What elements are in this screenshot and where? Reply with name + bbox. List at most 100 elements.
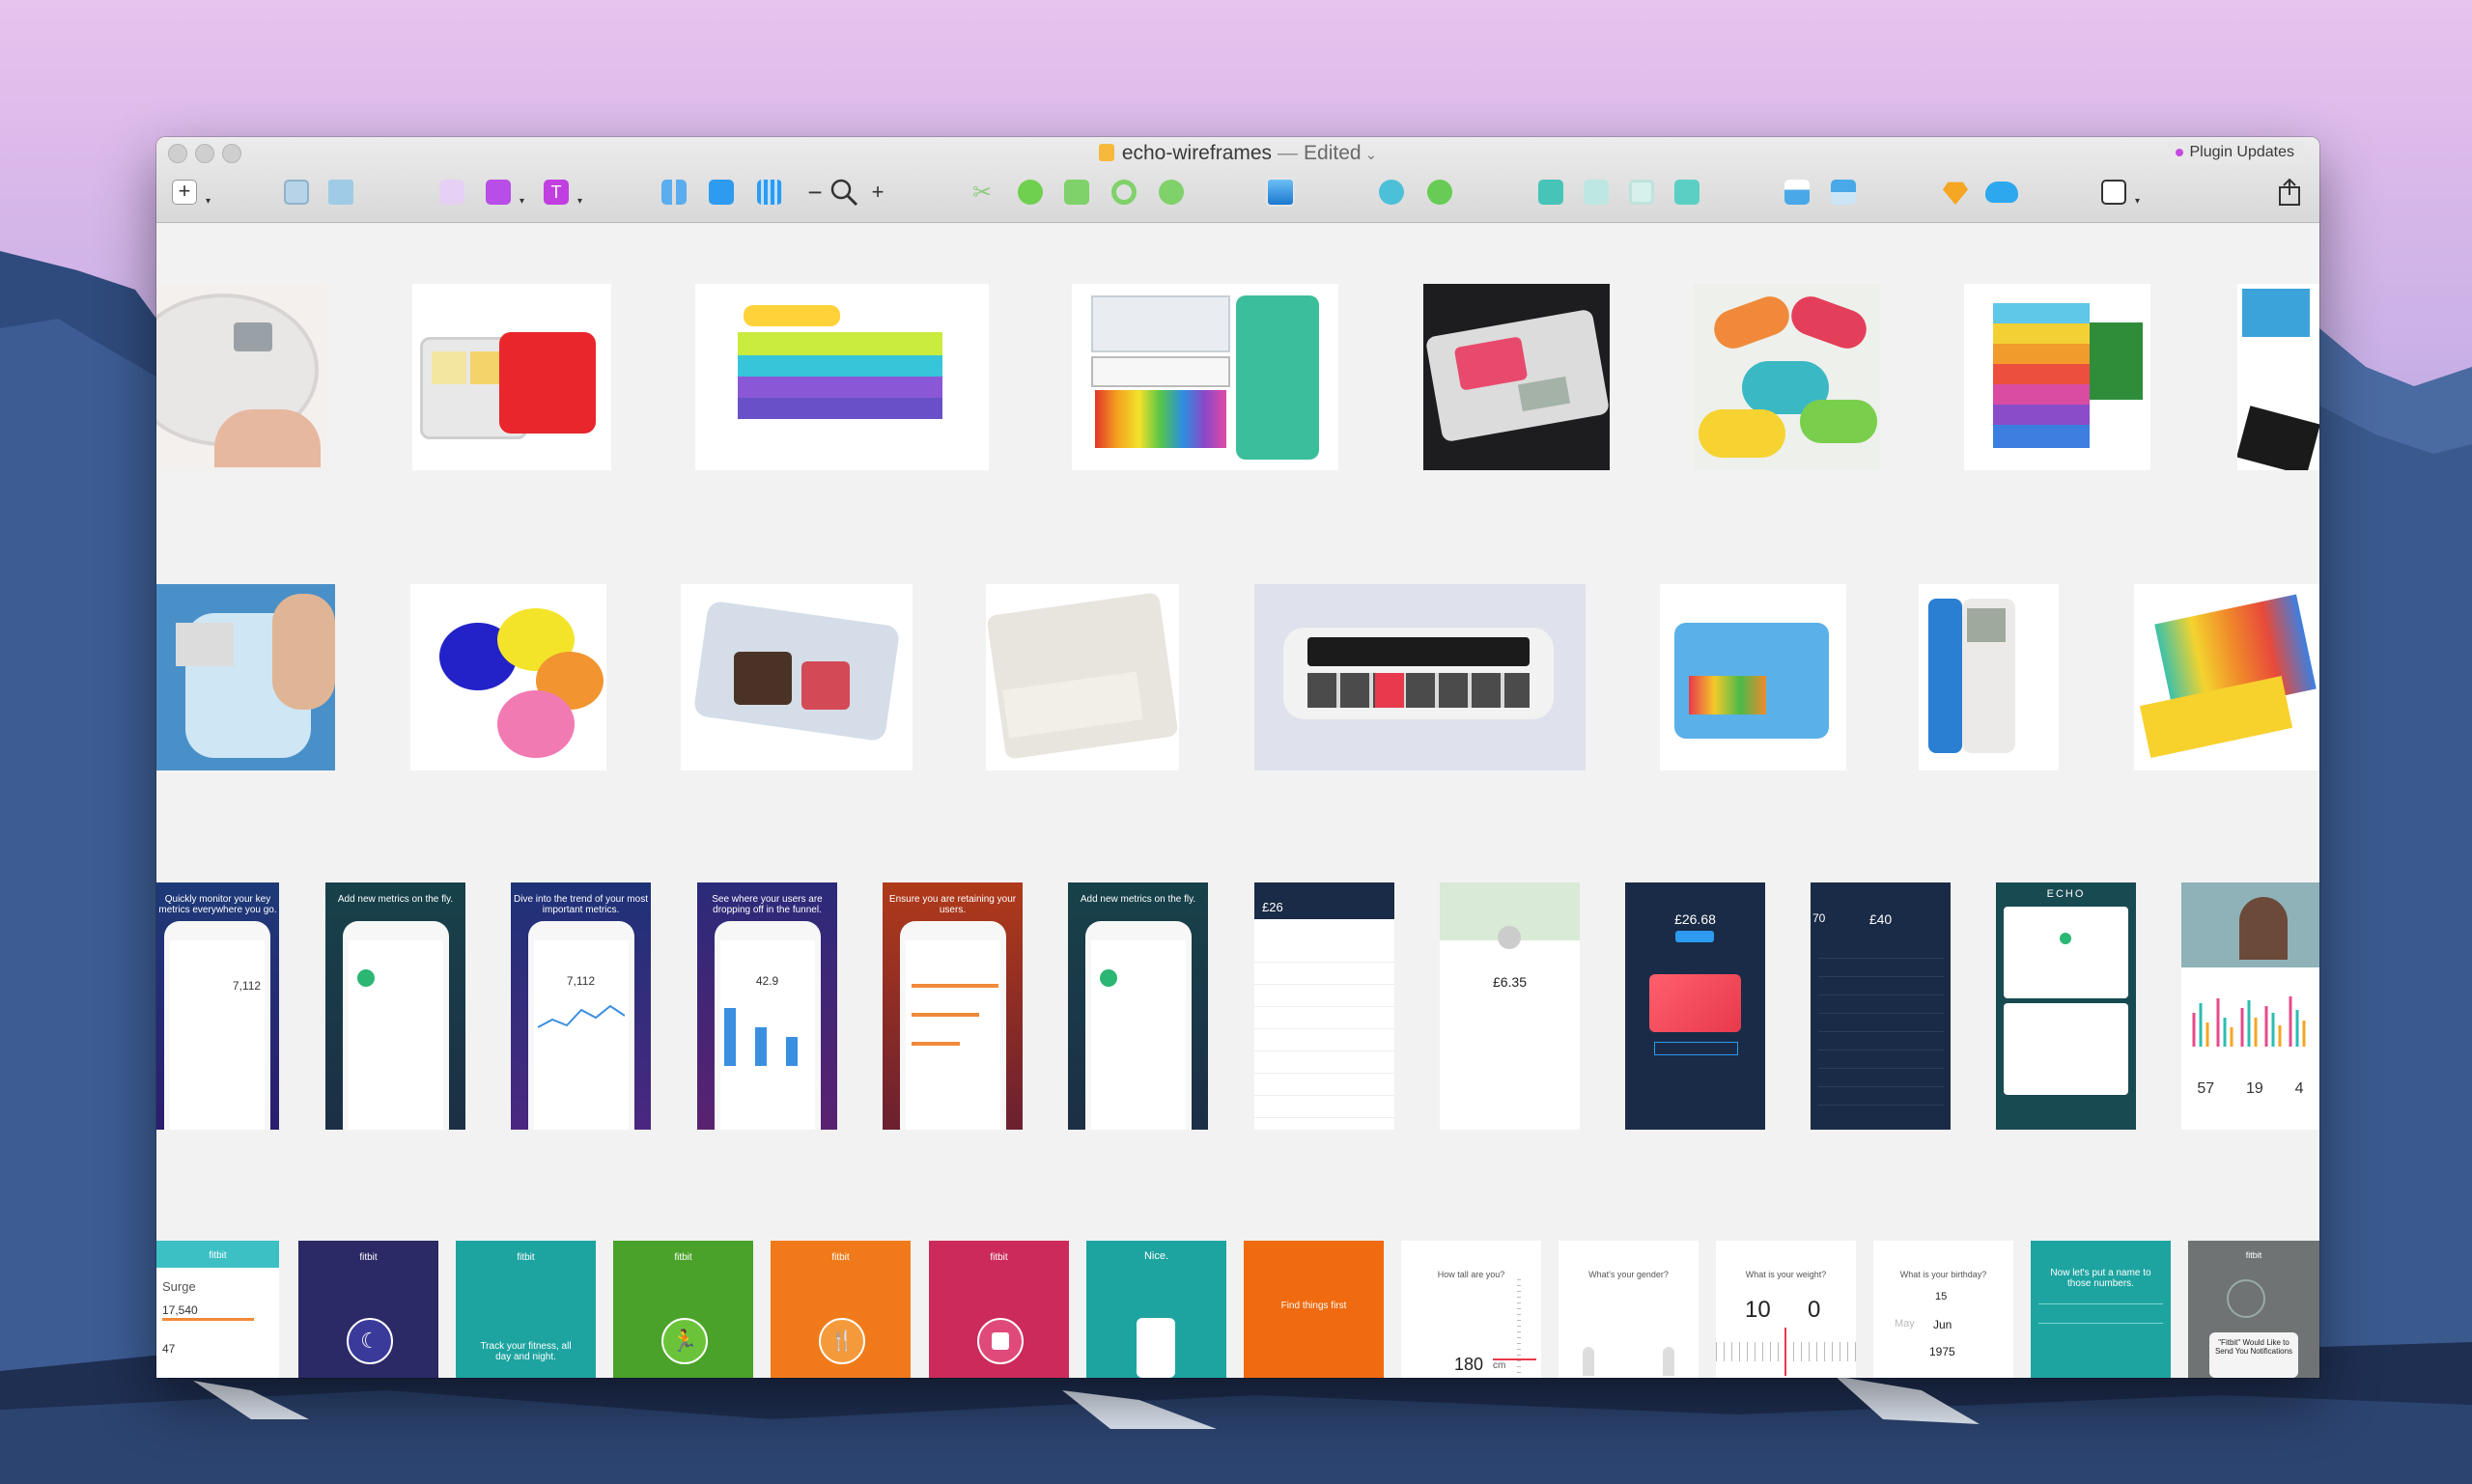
ungroup-button[interactable] — [324, 176, 357, 209]
sketch-icon — [1943, 182, 1968, 205]
screen-fitbit-weight-input[interactable]: What is your weight? 10 0 — [1716, 1241, 1856, 1378]
pillbox-photo-hands[interactable] — [156, 584, 335, 770]
grid-button[interactable] — [705, 176, 738, 209]
screen-monzo-feed[interactable]: £26 — [1254, 882, 1394, 1130]
send-back-button[interactable] — [1671, 176, 1703, 209]
pillbox-photo-rainbow[interactable] — [2134, 584, 2319, 770]
stat-value: 19 — [2246, 1080, 2263, 1097]
runner-icon: 🏃 — [661, 1318, 708, 1364]
screen-fitbit-food[interactable]: fitbit 🍴 — [771, 1241, 911, 1378]
pillbox-photo-partial[interactable] — [2237, 284, 2319, 470]
zoom-in-button[interactable]: + — [861, 176, 894, 209]
sketch-button[interactable] — [1939, 176, 1972, 209]
image-button[interactable] — [1264, 176, 1297, 209]
screen-fitbit-nice[interactable]: Nice. — [1086, 1241, 1226, 1378]
metric-value: 7,112 — [566, 974, 596, 988]
scissors-button[interactable]: ✂ — [966, 176, 998, 209]
screen-metrics-2[interactable]: Add new metrics on the fly. — [325, 882, 465, 1130]
screen-fitbit-activity[interactable]: fitbit 🏃 — [613, 1241, 753, 1378]
document-title[interactable]: echo-wireframes — Edited ⌄ — [156, 142, 2319, 165]
zoom-out-button[interactable]: − — [799, 176, 831, 209]
scale-button[interactable] — [1060, 176, 1093, 209]
screen-fitbit-find[interactable]: Find things first — [1244, 1241, 1384, 1378]
plugin-updates-label: Plugin Updates — [2189, 144, 2294, 160]
stat-value: 57 — [2197, 1080, 2215, 1097]
pillbox-photo-discs[interactable] — [410, 584, 606, 770]
pillbox-photo-timer-case[interactable] — [681, 584, 913, 770]
pillbox-photo-keychain[interactable] — [1919, 584, 2059, 770]
pillbox-photo-celebration[interactable] — [695, 284, 989, 470]
moon-icon: ☾ — [347, 1318, 393, 1364]
flip-icon — [1111, 180, 1137, 205]
pillbox-photo-med-q[interactable] — [1254, 584, 1586, 770]
screen-fitbit-track[interactable]: fitbit Track your fitness, all day and n… — [456, 1241, 596, 1378]
screen-fitbit-birthday[interactable]: What is your birthday? 15 May Jun 1975 — [1873, 1241, 2013, 1378]
pillbox-photo-1[interactable] — [156, 284, 325, 470]
grid-view-icon — [661, 180, 687, 205]
screen-health-profile[interactable]: 57 19 4 — [2181, 882, 2319, 1130]
screen-echo-schedule[interactable]: ECHO — [1996, 882, 2136, 1130]
update-dot-icon — [2176, 149, 2184, 156]
artboard-canvas[interactable]: Quickly monitor your key metrics everywh… — [156, 223, 2319, 1378]
share-button[interactable] — [2273, 176, 2306, 209]
zoom-button[interactable] — [828, 176, 860, 209]
cloud-button[interactable] — [1985, 176, 2018, 209]
subtract-button[interactable] — [1423, 176, 1456, 209]
flip-button[interactable] — [1108, 176, 1140, 209]
screen-monzo-transaction[interactable]: £6.35 — [1440, 882, 1580, 1130]
screen-metrics-4[interactable]: See where your users are dropping off in… — [697, 882, 837, 1130]
screen-fitbit-notifications[interactable]: fitbit "Fitbit" Would Like to Send You N… — [2188, 1241, 2319, 1378]
question: Now let's put a name to those numbers. — [2050, 1268, 2151, 1289]
move-forward-button[interactable] — [1534, 176, 1567, 209]
fitbit-logo: fitbit — [2245, 1250, 2262, 1260]
pillbox-photo-smtwtfs[interactable] — [1072, 284, 1338, 470]
view-button[interactable]: ▾ — [2097, 176, 2140, 209]
title-separator: — — [1278, 142, 1299, 164]
birthday-day: 15 — [1935, 1291, 1948, 1302]
screen-fitbit-sleep[interactable]: fitbit ☾ — [298, 1241, 438, 1378]
screen-fitbit-name[interactable]: Now let's put a name to those numbers. — [2031, 1241, 2171, 1378]
union-icon — [1379, 180, 1404, 205]
screen-monzo-spending[interactable]: £40 70 — [1811, 882, 1951, 1130]
screen-fitbit-height[interactable]: How tall are you? 180 cm — [1401, 1241, 1541, 1378]
bring-front-button[interactable] — [1625, 176, 1658, 209]
screen-fitbit-weight[interactable]: fitbit — [929, 1241, 1069, 1378]
pillbox-photo-digital[interactable] — [1423, 284, 1610, 470]
cutlery-icon: 🍴 — [819, 1318, 865, 1364]
notification-alert[interactable]: "Fitbit" Would Like to Send You Notifica… — [2209, 1332, 2298, 1378]
screen-fitbit-dashboard[interactable]: fitbit Surge 17,540 47 — [156, 1241, 279, 1378]
pillbox-photo-2[interactable] — [412, 284, 611, 470]
screen-caption: Quickly monitor your key metrics everywh… — [158, 894, 277, 915]
transform-button[interactable]: ▾ — [482, 176, 524, 209]
union-button[interactable] — [1375, 176, 1408, 209]
screen-metrics-3[interactable]: Dive into the trend of your most importa… — [511, 882, 651, 1130]
edit-shape-button[interactable] — [1153, 174, 1190, 210]
text-button[interactable]: T ▾ — [540, 176, 582, 209]
subtract-icon — [1427, 180, 1452, 205]
pillbox-photo-capsules[interactable] — [1694, 284, 1880, 470]
add-button[interactable]: + ▾ — [168, 176, 211, 209]
grid-view-button[interactable] — [658, 176, 690, 209]
weight-stone: 10 — [1745, 1297, 1771, 1323]
plugin-updates-button[interactable]: Plugin Updates — [2168, 141, 2304, 164]
pillbox-photo-days[interactable] — [986, 584, 1179, 770]
pillbox-photo-weekly-stack[interactable] — [1964, 284, 2150, 470]
screen-metrics-6[interactable]: Add new metrics on the fly. — [1068, 882, 1208, 1130]
group-button[interactable] — [280, 176, 313, 209]
columns-button[interactable] — [753, 176, 786, 209]
fitbit-logo: fitbit — [990, 1252, 1008, 1263]
screen-caption: Ensure you are retaining your users. — [888, 894, 1017, 915]
screen-metrics-5[interactable]: Ensure you are retaining your users. — [883, 882, 1023, 1130]
move-backward-button[interactable] — [1580, 176, 1613, 209]
mask-button[interactable] — [1014, 176, 1047, 209]
screen-metrics-1[interactable]: Quickly monitor your key metrics everywh… — [156, 882, 279, 1130]
rotate-button[interactable] — [435, 176, 468, 209]
echo-logo: ECHO — [2046, 888, 2086, 900]
spending-amount: £40 — [1868, 911, 1893, 927]
align-button[interactable] — [1827, 176, 1860, 209]
export-button[interactable] — [1781, 176, 1813, 209]
stat-value: 4 — [2294, 1080, 2304, 1097]
pillbox-photo-blue-case[interactable] — [1660, 584, 1846, 770]
screen-monzo-card[interactable]: £26.68 — [1625, 882, 1765, 1130]
screen-fitbit-gender[interactable]: What's your gender? — [1559, 1241, 1699, 1378]
